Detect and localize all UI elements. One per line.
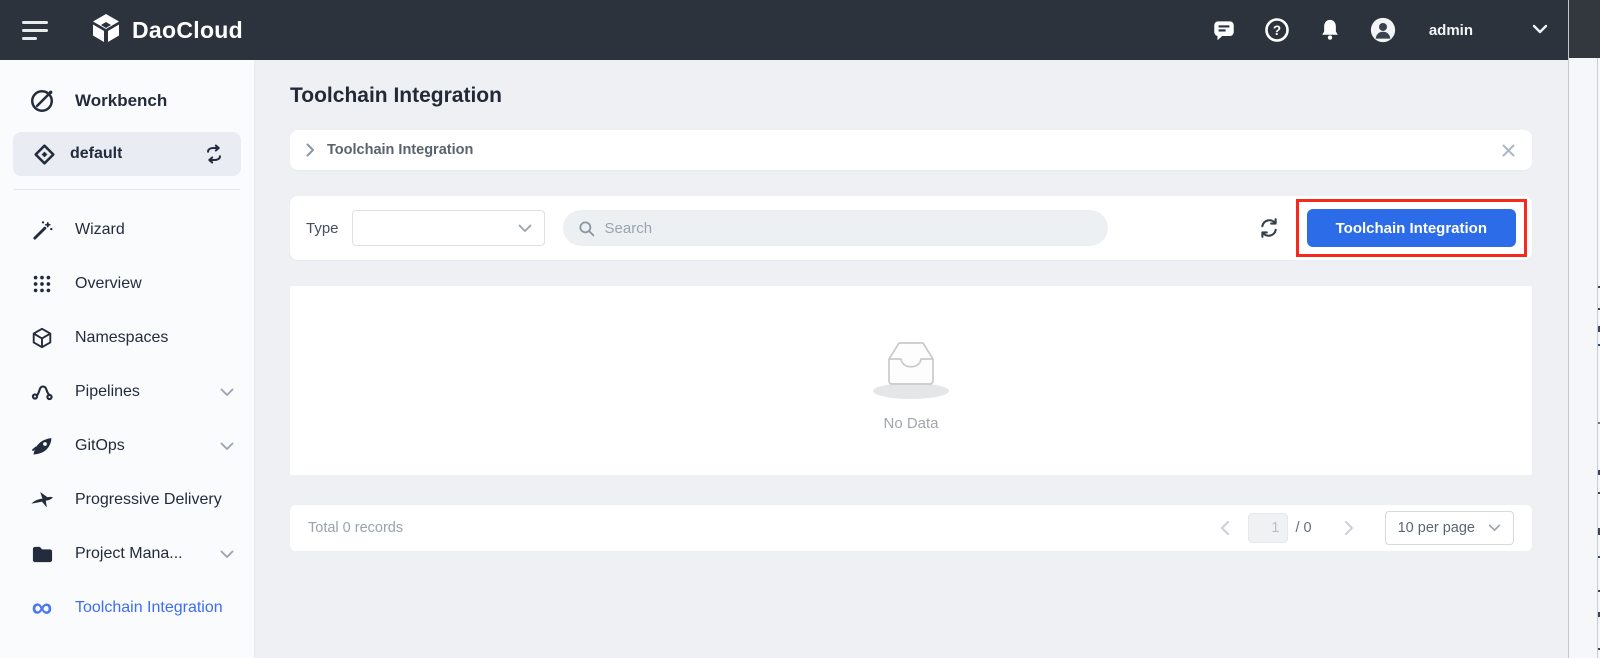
sidebar-item-pipelines[interactable]: Pipelines [0, 365, 254, 419]
sidebar-item-wizard[interactable]: Wizard [0, 203, 254, 257]
sidebar-item-label: default [70, 145, 123, 162]
sidebar-item-label: GitOps [75, 437, 125, 454]
sidebar-item-label: Toolchain Integration [75, 599, 223, 616]
workspace-icon [32, 142, 56, 166]
username-label: admin [1428, 21, 1473, 39]
top-header: DaoCloud ? admin [0, 0, 1568, 60]
toolchain-integration-button[interactable]: Toolchain Integration [1306, 209, 1516, 247]
sidebar: Workbench default Wizard Overview Namesp… [0, 60, 255, 658]
workbench-icon [29, 88, 55, 114]
pipeline-icon [29, 379, 55, 405]
breadcrumb-item[interactable]: Toolchain Integration [327, 142, 473, 158]
chevron-down-icon [518, 224, 531, 232]
menu-toggle-icon[interactable] [22, 16, 48, 45]
expand-chevron-icon[interactable] [220, 550, 234, 559]
cube-icon [29, 325, 55, 351]
breadcrumb: Toolchain Integration [290, 130, 1532, 170]
sidebar-item-overview[interactable]: Overview [0, 257, 254, 311]
app-window: DaoCloud ? admin Workbench default Wizar… [0, 0, 1568, 658]
sidebar-item-label: Progressive Delivery [75, 491, 222, 508]
breadcrumb-chevron-icon [306, 143, 315, 157]
help-icon[interactable]: ? [1264, 17, 1290, 43]
notifications-bell-icon[interactable] [1317, 17, 1343, 43]
expand-chevron-icon[interactable] [220, 442, 234, 451]
refresh-icon[interactable] [1257, 216, 1281, 240]
annotation-highlight-box: Toolchain Integration [1295, 199, 1527, 257]
user-avatar[interactable] [1370, 17, 1396, 43]
sidebar-item-label: Namespaces [75, 329, 169, 346]
user-menu-chevron-icon[interactable] [1532, 21, 1548, 39]
messages-icon[interactable] [1211, 17, 1237, 43]
page-size-select[interactable]: 10 per page [1384, 511, 1514, 545]
sidebar-divider [14, 189, 240, 190]
chevron-down-icon [1488, 524, 1501, 532]
sidebar-item-project-management[interactable]: Project Mana... [0, 527, 254, 581]
empty-inbox-icon [888, 342, 934, 385]
page-title: Toolchain Integration [290, 84, 502, 107]
search-input[interactable] [604, 219, 1094, 237]
sidebar-item-toolchain-integration[interactable]: ∞ Toolchain Integration [0, 581, 254, 635]
type-select[interactable] [351, 210, 545, 246]
empty-state: No Data [866, 329, 956, 432]
sidebar-item-workbench[interactable]: Workbench [0, 76, 254, 126]
expand-chevron-icon[interactable] [220, 388, 234, 397]
close-icon[interactable] [1501, 143, 1516, 158]
wizard-wand-icon [29, 217, 55, 243]
total-records-label: Total 0 records [308, 520, 404, 536]
sidebar-item-progressive-delivery[interactable]: Progressive Delivery [0, 473, 254, 527]
folder-icon [29, 541, 55, 567]
sidebar-item-label: Workbench [75, 91, 168, 110]
brand[interactable]: DaoCloud [90, 12, 243, 49]
pagination-bar: Total 0 records / 0 10 per page [290, 505, 1532, 551]
results-panel: No Data [290, 286, 1532, 475]
page-size-value: 10 per page [1397, 520, 1475, 536]
sidebar-item-label: Overview [75, 275, 142, 292]
page-number-input[interactable] [1248, 513, 1289, 543]
grid-dots-icon [29, 271, 55, 297]
svg-text:?: ? [1273, 23, 1281, 38]
sidebar-item-label: Project Mana... [75, 545, 183, 562]
bird-icon [29, 487, 55, 513]
type-filter-label: Type [306, 219, 339, 237]
daocloud-logo-icon [90, 12, 122, 49]
search-icon [577, 219, 596, 238]
next-page-icon[interactable] [1338, 520, 1361, 536]
page-total-label: / 0 [1295, 520, 1312, 536]
content-area: Toolchain Integration Toolchain Integrat… [255, 60, 1568, 658]
sidebar-item-label: Pipelines [75, 383, 140, 400]
sidebar-item-namespaces[interactable]: Namespaces [0, 311, 254, 365]
filter-toolbar: Type Search Toolchain Integration [290, 196, 1532, 260]
previous-page-icon[interactable] [1213, 520, 1236, 536]
brand-name: DaoCloud [132, 16, 243, 43]
search-box [562, 210, 1108, 246]
switch-workspace-icon[interactable] [203, 143, 225, 165]
sidebar-item-gitops[interactable]: GitOps [0, 419, 254, 473]
rocket-icon [29, 433, 55, 459]
sidebar-item-label: Wizard [75, 221, 125, 238]
empty-state-message: No Data [883, 415, 939, 432]
infinity-icon: ∞ [31, 592, 53, 624]
background-window-edge [1568, 0, 1600, 658]
sidebar-item-default-workspace[interactable]: default [13, 132, 241, 176]
